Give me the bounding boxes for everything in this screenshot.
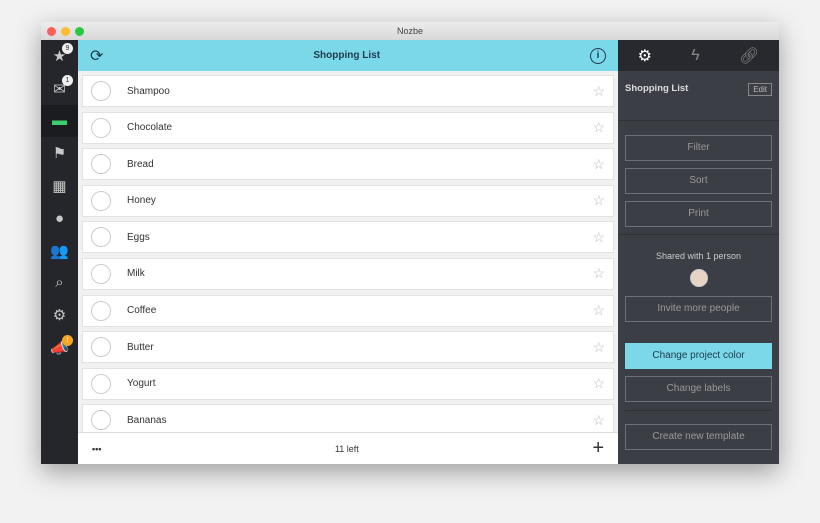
minimize-button[interactable] — [61, 27, 70, 36]
shared-with-text: Shared with 1 person — [655, 251, 742, 261]
lightning-tab-icon[interactable]: ϟ — [691, 47, 699, 65]
complete-checkbox[interactable] — [91, 337, 111, 358]
change-color-button[interactable]: Change project color — [625, 343, 772, 369]
list-header: ⟳ Shopping List i — [78, 40, 618, 71]
complete-checkbox[interactable] — [91, 117, 111, 138]
task-list: Shampoo ☆ Chocolate ☆ Bread ☆ Honey ☆ Eggs ☆ Milk ☆… — [78, 71, 618, 437]
badge: 1 — [62, 75, 73, 87]
sidebar-item-team[interactable]: 👥 — [41, 234, 78, 266]
tasks-left-count: 11 left — [334, 443, 359, 454]
task-row[interactable]: Coffee ☆ — [82, 294, 614, 327]
star-icon[interactable]: ☆ — [592, 192, 605, 209]
avatar[interactable] — [689, 269, 708, 287]
change-labels-button[interactable]: Change labels — [625, 376, 772, 402]
close-button[interactable] — [47, 27, 56, 36]
sort-button[interactable]: Sort — [625, 168, 772, 194]
task-row[interactable]: Honey ☆ — [82, 184, 614, 217]
invite-button[interactable]: Invite more people — [625, 296, 772, 322]
sidebar-item-priority[interactable]: ★ 9 — [41, 40, 78, 72]
complete-checkbox[interactable] — [91, 227, 111, 248]
complete-checkbox[interactable] — [91, 263, 111, 284]
list-footer: ••• 11 left + — [78, 432, 618, 464]
task-name: Shampoo — [127, 85, 170, 97]
complete-checkbox[interactable] — [91, 300, 111, 321]
task-name: Yogurt — [127, 378, 156, 390]
app-window: Nozbe ★ 9 ✉ 1 ▬ ⚑ ▦ ● 👥 ⌕ ⚙ 📣! ⟳ Shopping List i Sh… — [41, 22, 779, 464]
search-icon: ⌕ — [55, 274, 64, 292]
settings-icon: ⚙ — [52, 307, 67, 325]
filter-button[interactable]: Filter — [625, 135, 772, 161]
window-title: Nozbe — [396, 26, 423, 36]
project-title: Shopping List — [625, 83, 689, 94]
sidebar: ★ 9 ✉ 1 ▬ ⚑ ▦ ● 👥 ⌕ ⚙ 📣! — [41, 40, 78, 464]
more-button[interactable]: ••• — [92, 444, 101, 454]
complete-checkbox[interactable] — [91, 190, 111, 211]
comments-icon: ● — [54, 209, 65, 227]
panel-tabs: ⚙ ϟ 🔗︎ — [618, 40, 779, 71]
sidebar-item-comments[interactable]: ● — [41, 202, 78, 234]
complete-checkbox[interactable] — [91, 410, 111, 431]
sidebar-item-feedback[interactable]: 📣! — [41, 332, 78, 364]
projects-icon: ▬ — [52, 112, 67, 130]
sync-icon[interactable]: ⟳ — [90, 46, 103, 66]
add-task-button[interactable]: + — [592, 437, 604, 460]
sidebar-item-projects[interactable]: ▬ — [41, 104, 78, 138]
create-template-button[interactable]: Create new template — [625, 424, 772, 450]
badge: ! — [62, 334, 73, 346]
task-name: Honey — [127, 195, 156, 207]
badge: 9 — [62, 43, 73, 54]
sidebar-item-search[interactable]: ⌕ — [41, 267, 78, 299]
edit-button[interactable]: Edit — [748, 83, 772, 96]
actions-section: Filter Sort Print — [618, 121, 779, 235]
info-icon[interactable]: i — [590, 47, 606, 64]
calendar-icon: ▦ — [52, 177, 67, 195]
task-row[interactable]: Butter ☆ — [82, 331, 614, 364]
task-name: Eggs — [127, 231, 150, 243]
task-row[interactable]: Chocolate ☆ — [82, 111, 614, 144]
task-row[interactable]: Milk ☆ — [82, 257, 614, 290]
task-list-pane: ⟳ Shopping List i Shampoo ☆ Chocolate ☆ Brea… — [78, 40, 618, 464]
complete-checkbox[interactable] — [91, 373, 111, 394]
maximize-button[interactable] — [75, 27, 84, 36]
task-name: Bananas — [127, 414, 167, 426]
task-row[interactable]: Yogurt ☆ — [82, 367, 614, 400]
star-icon[interactable]: ☆ — [592, 156, 605, 173]
star-icon[interactable]: ☆ — [592, 265, 605, 282]
sidebar-item-settings[interactable]: ⚙ — [41, 299, 78, 331]
team-icon: 👥 — [50, 242, 69, 260]
task-row[interactable]: Shampoo ☆ — [82, 75, 614, 107]
sidebar-item-inbox[interactable]: ✉ 1 — [41, 72, 78, 104]
title-bar: Nozbe — [41, 22, 779, 40]
print-button[interactable]: Print — [625, 201, 772, 227]
project-title-row: Shopping List Edit — [618, 71, 779, 121]
task-name: Bread — [127, 158, 154, 170]
sidebar-item-categories[interactable]: ⚑ — [41, 137, 78, 169]
star-icon[interactable]: ☆ — [592, 339, 605, 356]
task-name: Chocolate — [127, 122, 173, 134]
task-name: Milk — [127, 268, 145, 280]
sidebar-item-calendar[interactable]: ▦ — [41, 170, 78, 202]
star-icon[interactable]: ☆ — [592, 119, 605, 136]
project-panel: ⚙ ϟ 🔗︎ Shopping List Edit Filter Sort Pr… — [618, 40, 779, 464]
complete-checkbox[interactable] — [91, 154, 111, 175]
settings-tab-icon[interactable]: ⚙ — [638, 46, 652, 66]
task-name: Coffee — [127, 305, 157, 317]
complete-checkbox[interactable] — [91, 81, 111, 101]
star-icon[interactable]: ☆ — [592, 375, 605, 392]
attachment-tab-icon[interactable]: 🔗︎ — [739, 46, 759, 66]
page-title: Shopping List — [313, 50, 381, 61]
star-icon[interactable]: ☆ — [592, 302, 605, 319]
star-icon[interactable]: ☆ — [592, 83, 605, 100]
categories-icon: ⚑ — [52, 145, 67, 163]
task-name: Butter — [127, 341, 154, 353]
task-row[interactable]: Bread ☆ — [82, 148, 614, 181]
star-icon[interactable]: ☆ — [592, 412, 605, 429]
star-icon[interactable]: ☆ — [592, 229, 605, 246]
task-row[interactable]: Eggs ☆ — [82, 221, 614, 254]
